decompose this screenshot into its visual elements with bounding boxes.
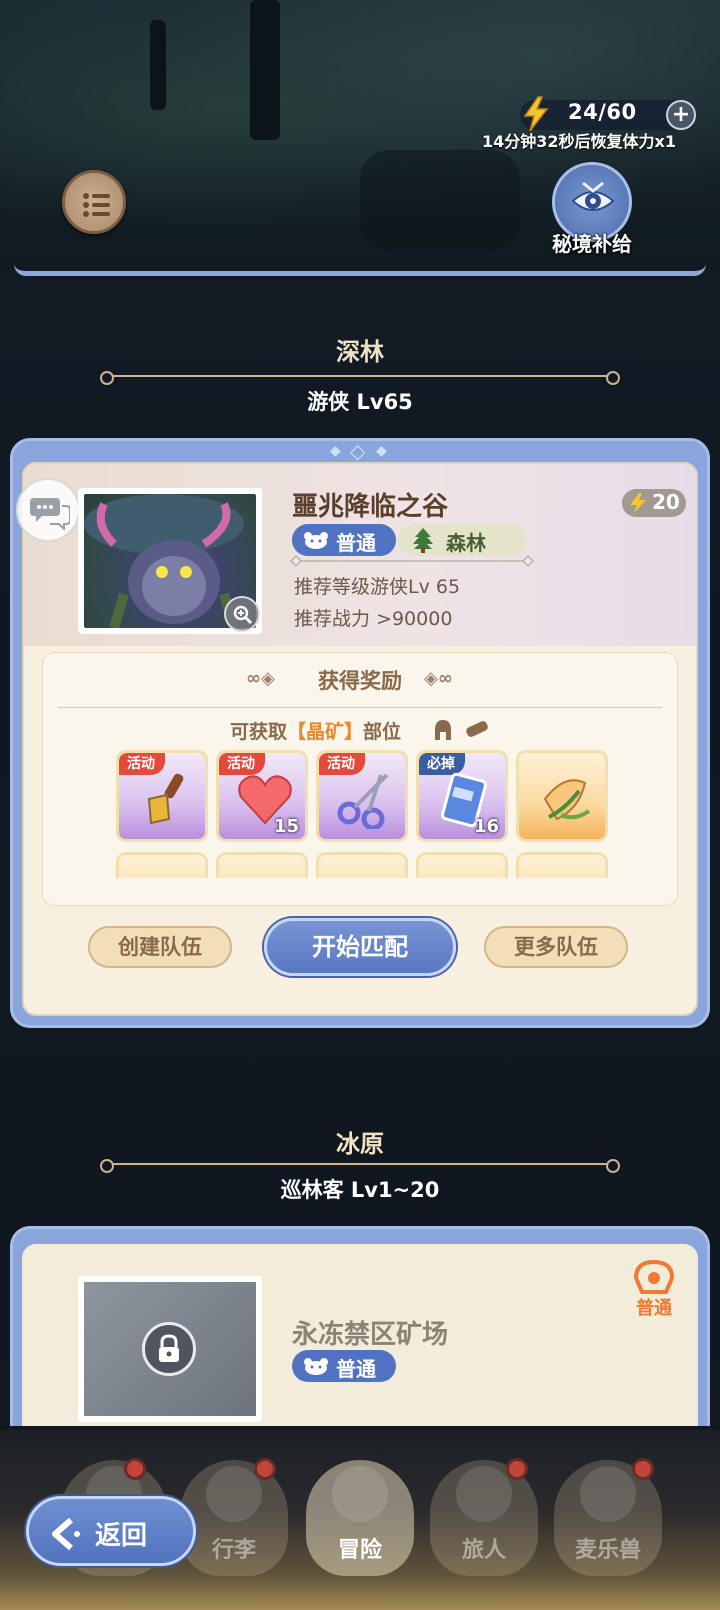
reward-item[interactable]	[516, 852, 608, 878]
more-teams-button[interactable]: 更多队伍	[484, 926, 628, 968]
region-divider	[100, 371, 620, 385]
reward-title: 获得奖励	[318, 669, 402, 693]
difficulty-tag: 普通	[292, 1350, 396, 1382]
normal-mode-badge: 普通	[626, 1258, 682, 1320]
notification-dot	[254, 1458, 276, 1480]
create-team-button[interactable]: 创建队伍	[88, 926, 232, 968]
lightning-icon	[630, 493, 646, 513]
reward-row-clipped	[42, 848, 678, 878]
stamina-regen-text: 14分钟32秒后恢复体力x1	[482, 132, 676, 151]
energy-cost-value: 20	[652, 490, 680, 514]
reward-item[interactable]	[416, 852, 508, 878]
difficulty-label: 普通	[336, 1357, 376, 1381]
reward-item[interactable]: 活动	[316, 750, 408, 842]
terrain-tag: 森林	[398, 524, 526, 556]
chat-button[interactable]	[16, 478, 80, 542]
notification-dot	[506, 1458, 528, 1480]
crossed-swords-icon	[332, 1466, 388, 1522]
bear-face-icon	[304, 1358, 328, 1375]
difficulty-tag: 普通	[292, 524, 396, 556]
reward-item[interactable]: 必掉 16	[416, 750, 508, 842]
info-divider	[294, 560, 530, 562]
back-label: 返回	[95, 1521, 148, 1551]
lock-icon	[142, 1322, 196, 1376]
difficulty-label: 普通	[336, 531, 376, 555]
bear-face-icon	[304, 532, 328, 549]
bracer-icon	[466, 721, 488, 737]
crystal-leaf-icon	[543, 779, 591, 821]
back-arrow-icon	[52, 1517, 80, 1551]
secret-supply-label: 秘境补给	[552, 232, 632, 256]
energy-cost-badge: 20	[622, 489, 686, 517]
notification-dot	[124, 1458, 146, 1480]
nav-adventure[interactable]: 冒险	[306, 1460, 414, 1576]
tree-silhouette	[150, 20, 166, 110]
obtainable-parts-text: 可获取【晶矿】部位	[230, 721, 402, 743]
diamond-deco-icon: ◇	[350, 439, 366, 463]
dungeon-name: 永冻禁区矿场	[292, 1320, 449, 1350]
lightning-icon	[523, 96, 549, 132]
region-title: 冰原	[336, 1130, 384, 1158]
dungeon-name: 噩兆降临之谷	[292, 492, 449, 522]
locked-portrait	[78, 1276, 262, 1422]
reward-item[interactable]	[116, 852, 208, 878]
menu-button[interactable]	[62, 170, 126, 234]
rock-silhouette	[360, 150, 520, 250]
chat-icon	[30, 498, 70, 530]
eye-emblem-icon	[571, 181, 615, 211]
region-requirement: 巡林客 Lv1~20	[280, 1178, 440, 1202]
mode-emblem-icon	[633, 1259, 675, 1294]
back-button[interactable]: 返回	[26, 1496, 196, 1566]
zoom-in-icon	[233, 605, 253, 625]
zoom-button[interactable]	[224, 596, 260, 632]
notification-dot	[632, 1458, 654, 1480]
helmet-icon	[435, 720, 451, 740]
locked-boss-image	[84, 1282, 256, 1416]
start-match-button[interactable]: 开始匹配	[264, 918, 456, 976]
recommended-level: 推荐等级游侠Lv 65	[294, 576, 461, 598]
reward-item[interactable]: 活动	[116, 750, 208, 842]
pine-tree-icon	[413, 528, 433, 553]
diamond-deco-icon: ◆	[330, 443, 341, 459]
region-title: 深林	[336, 338, 384, 366]
terrain-label: 森林	[446, 531, 486, 555]
add-stamina-button[interactable]: +	[666, 100, 696, 130]
traveler-icon	[456, 1466, 512, 1522]
reward-item[interactable]	[216, 852, 308, 878]
spatula-icon	[147, 773, 184, 825]
normal-mode-label: 普通	[636, 1298, 672, 1319]
diamond-deco-icon: ◆	[376, 443, 387, 459]
tree-silhouette	[250, 0, 280, 140]
scissors-icon	[337, 773, 389, 829]
top-panel-edge	[14, 262, 706, 276]
chest-icon	[206, 1466, 262, 1522]
stamina-value: 24/60	[568, 100, 637, 124]
reward-item[interactable]: 活动 15	[216, 750, 308, 842]
pet-icon	[580, 1466, 636, 1522]
reward-item[interactable]	[516, 750, 608, 842]
region-requirement: 游侠 Lv65	[307, 390, 413, 414]
reward-item[interactable]	[316, 852, 408, 878]
recommended-power: 推荐战力 >90000	[294, 608, 453, 630]
ornament-right-icon: ◈∞	[424, 668, 453, 689]
list-icon	[83, 193, 110, 217]
region-divider	[100, 1159, 620, 1173]
reward-divider	[58, 707, 662, 708]
